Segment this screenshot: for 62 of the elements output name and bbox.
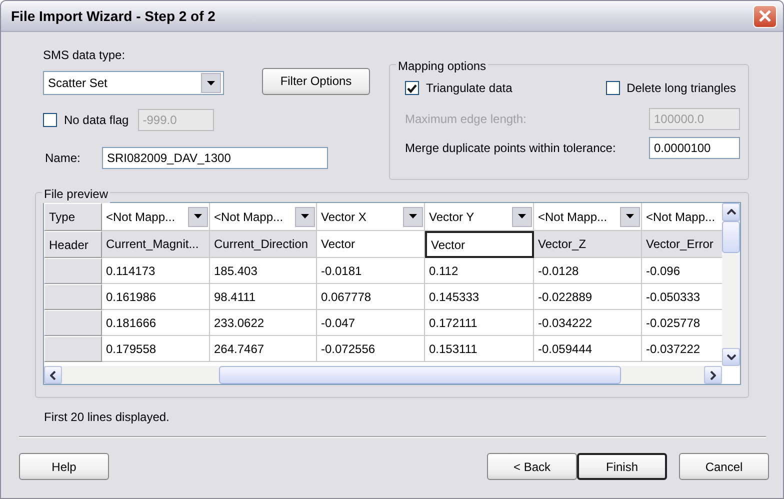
table-cell: 185.403 [210,258,317,284]
column-header: Vector [317,231,425,258]
header-input[interactable]: Vector [425,231,534,258]
column-header: Current_Direction [210,231,317,258]
number-field[interactable]: 0.0000100 [649,137,740,159]
table-cell: -0.0128 [534,258,642,284]
close-button[interactable] [753,4,777,28]
column-header: Current_Magnit... [102,231,210,258]
scroll-up-icon[interactable] [722,203,740,221]
field-label: Name: [44,150,82,167]
column-type-dropdown[interactable]: Vector X [317,203,425,231]
field-label: SMS data type: [43,47,126,64]
table-cell: 264.7467 [210,336,317,362]
table-cell: 0.181666 [102,310,210,336]
horizontal-scrollbar[interactable] [44,366,722,384]
column-type-dropdown[interactable]: <Not Mapp... [534,203,642,231]
column-type-dropdown[interactable]: <Not Mapp... [210,203,317,231]
filter-options-button[interactable]: Filter Options [262,68,370,94]
checkbox-label: Delete long triangles [626,80,736,97]
table-cell: 0.114173 [102,258,210,284]
dialog-button[interactable]: Help [19,453,109,480]
scroll-right-icon[interactable] [704,366,722,384]
table-cell: 0.145333 [425,284,534,310]
status-text: First 20 lines displayed. [44,409,170,426]
vertical-scrollbar[interactable] [722,203,740,366]
table-cell: -0.059444 [534,336,642,362]
scroll-thumb[interactable] [219,366,621,384]
checkbox[interactable] [606,81,620,95]
name-field[interactable]: SRI082009_DAV_1300 [102,147,328,169]
table-cell: -0.034222 [534,310,642,336]
table-cell: 0.067778 [317,284,425,310]
close-icon[interactable] [758,9,772,23]
scroll-down-icon[interactable] [722,348,740,366]
table-cell: 98.4111 [210,284,317,310]
checkbox[interactable] [405,81,419,95]
table-cell: 0.172111 [425,310,534,336]
table-cell: -0.072556 [317,336,425,362]
window-title: File Import Wizard - Step 2 of 2 [11,6,216,26]
column-type-dropdown[interactable]: <Not Mapp... [102,203,210,231]
table-cell: 0.179558 [102,336,210,362]
table-cell: 0.161986 [102,284,210,310]
column-header: Vector_Error [642,231,722,258]
checkbox-label: Triangulate data [426,80,512,97]
scroll-left-icon[interactable] [44,366,62,384]
table-cell: 233.0622 [210,310,317,336]
dialog-button[interactable]: < Back [487,453,577,480]
scroll-thumb[interactable] [722,221,740,253]
data-type-dropdown[interactable]: Scatter Set [43,71,224,95]
table-cell: 0.153111 [425,336,534,362]
field-label: Maximum edge length: [405,111,526,128]
column-type-dropdown[interactable]: Vector Y [425,203,534,231]
dialog-button[interactable]: Finish [577,453,667,480]
table-cell: 0.112 [425,258,534,284]
checkbox-label: No data flag [64,112,129,129]
dialog-button[interactable]: Cancel [679,453,769,480]
column-header: Vector_Z [534,231,642,258]
row-header: Type [44,203,102,231]
table-cell: -0.022889 [534,284,642,310]
table-cell: -0.047 [317,310,425,336]
field-label: Merge duplicate points within tolerance: [405,140,616,157]
row-header: Header [44,231,102,258]
table-cell: -0.0181 [317,258,425,284]
